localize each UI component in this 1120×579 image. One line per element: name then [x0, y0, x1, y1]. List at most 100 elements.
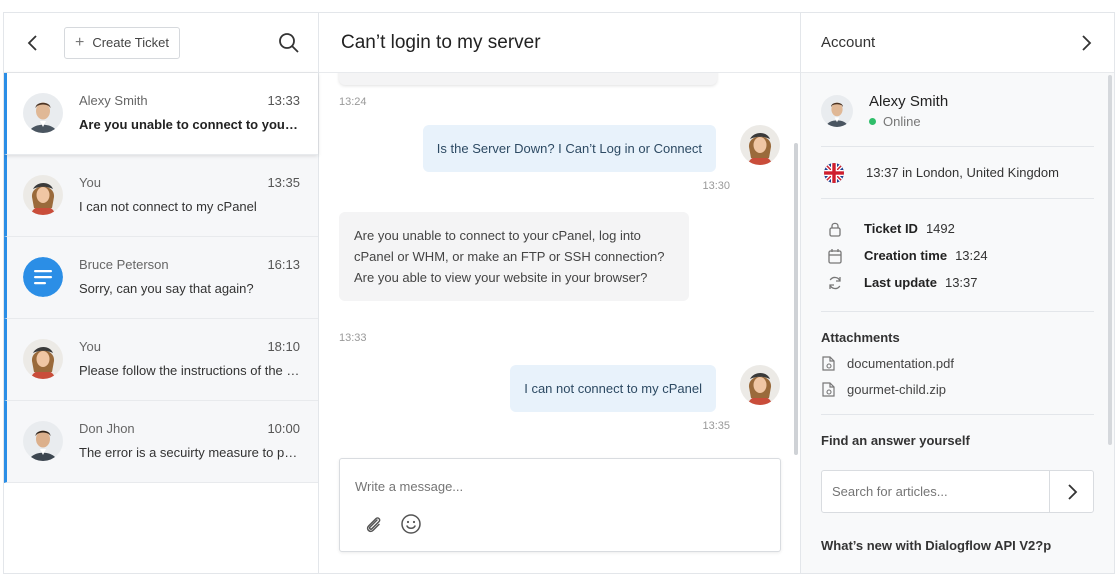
attachment-item[interactable]: documentation.pdf — [821, 356, 1094, 371]
message-timestamp: 13:24 — [339, 96, 367, 108]
conversation-body: Don Jhon 10:00 The error is a secuirty me… — [79, 421, 300, 460]
emoji-icon[interactable] — [400, 513, 422, 535]
file-icon — [821, 382, 836, 397]
male-avatar — [23, 93, 63, 133]
conversation-item[interactable]: Don Jhon 10:00 The error is a secuirty me… — [4, 401, 318, 483]
conversation-preview: The error is a secuirty measure to prote… — [79, 445, 300, 460]
user-location: 13:37 in London, United Kingdom — [821, 147, 1094, 199]
calendar-icon — [827, 248, 843, 264]
conversation-preview: Please follow the instructions of the ar… — [79, 363, 300, 378]
incoming-message: Are you unable to connect to your cPanel… — [339, 212, 689, 301]
attachments-title: Attachments — [821, 330, 900, 345]
conversation-name: Alexy Smith — [79, 93, 148, 108]
search-submit-button[interactable] — [1049, 471, 1093, 512]
create-ticket-label: Create Ticket — [92, 35, 169, 50]
create-ticket-button[interactable]: + Create Ticket — [64, 26, 180, 59]
conversation-name: You — [79, 339, 101, 354]
find-answer-title: Find an answer yourself — [821, 433, 970, 448]
conversation-list: Alexy Smith 13:33 Are you unable to conne… — [4, 73, 318, 483]
info-label: Ticket ID — [864, 221, 918, 236]
chat-title: Can’t login to my server — [319, 13, 800, 73]
info-value: 13:37 — [944, 275, 978, 290]
conversation-body: Bruce Peterson 16:13 Sorry, can you say t… — [79, 257, 300, 296]
conversation-toolbar: + Create Ticket — [4, 13, 318, 73]
user-name: Alexy Smith — [869, 92, 949, 110]
conversation-item[interactable]: Alexy Smith 13:33 Are you unable to conne… — [4, 73, 318, 155]
article-search-input[interactable] — [822, 471, 1049, 512]
uk-flag-icon — [824, 162, 844, 183]
conversation-preview: Sorry, can you say that again? — [79, 281, 254, 296]
message-thread[interactable]: 13:24 Is the Server Down? I Can’t Log in… — [319, 73, 800, 573]
composer-actions — [362, 513, 422, 535]
conversation-item[interactable]: You 18:10 Please follow the instructions … — [4, 319, 318, 401]
ticket-id-row: Ticket ID 1492 — [821, 215, 1094, 242]
file-icon — [821, 356, 836, 371]
status-badge: Online — [869, 114, 948, 129]
male-avatar — [23, 421, 63, 461]
conversation-item[interactable]: Bruce Peterson 16:13 Sorry, can you say t… — [4, 237, 318, 319]
female-avatar — [740, 365, 780, 405]
attachment-name: documentation.pdf — [847, 356, 954, 371]
account-scrollbar[interactable] — [1108, 75, 1112, 445]
user-summary: Alexy Smith Online — [821, 73, 1094, 147]
conversation-name: Bruce Peterson — [79, 257, 169, 272]
article-link[interactable]: What’s new with Dialogflow API V2?p — [821, 538, 1094, 553]
ticket-info: Ticket ID 1492 Creation time 13:24 Last … — [821, 199, 1094, 312]
account-details: Alexy Smith Online 13:37 in London, Unit… — [801, 73, 1114, 553]
bot-avatar — [23, 257, 63, 297]
account-header: Account — [801, 13, 1114, 73]
refresh-icon — [827, 275, 843, 291]
chat-panel: Can’t login to my server 13:24 Is the Se… — [319, 13, 801, 573]
help-search-section: Find an answer yourself What’s new with … — [821, 415, 1094, 553]
conversation-item[interactable]: You 13:35 I can not connect to my cPanel — [4, 155, 318, 237]
conversation-name: Don Jhon — [79, 421, 135, 436]
conversation-time: 10:00 — [267, 421, 300, 436]
conversation-preview: I can not connect to my cPanel — [79, 199, 257, 214]
account-title: Account — [821, 34, 876, 51]
search-icon[interactable] — [278, 32, 300, 54]
online-dot-icon — [869, 117, 876, 125]
conversation-body: You 18:10 Please follow the instructions … — [79, 339, 300, 378]
creation-time-row: Creation time 13:24 — [821, 242, 1094, 269]
paperclip-icon[interactable] — [362, 513, 384, 535]
message-timestamp: 13:30 — [702, 180, 730, 192]
attachment-name: gourmet-child.zip — [847, 382, 946, 397]
info-label: Creation time — [864, 248, 948, 263]
conversation-time: 13:35 — [267, 175, 300, 190]
info-label: Last update — [864, 275, 937, 290]
message-timestamp: 13:35 — [702, 420, 730, 432]
user-status-label: Online — [883, 113, 921, 129]
attachments-section: Attachments documentation.pdf gourmet-ch… — [821, 312, 1094, 415]
info-value: 13:24 — [955, 248, 988, 263]
message-timestamp: 13:33 — [339, 332, 367, 344]
conversation-time: 13:33 — [267, 93, 300, 108]
female-avatar — [23, 339, 63, 379]
back-icon[interactable] — [24, 34, 42, 52]
previous-message-bubble — [339, 73, 717, 85]
female-avatar — [23, 175, 63, 215]
message-input[interactable] — [355, 479, 755, 494]
outgoing-message: Is the Server Down? I Can’t Log in or Co… — [422, 125, 716, 172]
conversation-panel: + Create Ticket Alexy Smith 13:33 Are you… — [4, 13, 319, 573]
chevron-right-icon — [1067, 483, 1077, 500]
conversation-body: You 13:35 I can not connect to my cPanel — [79, 175, 300, 214]
chat-scrollbar[interactable] — [794, 143, 798, 455]
support-chat-app: + Create Ticket Alexy Smith 13:33 Are you… — [3, 12, 1115, 574]
conversation-preview: Are you unable to connect to your cPanel… — [79, 117, 300, 132]
attachment-item[interactable]: gourmet-child.zip — [821, 382, 1094, 397]
chevron-right-icon[interactable] — [1078, 34, 1094, 51]
info-value: 1492 — [925, 221, 955, 236]
conversation-name: You — [79, 175, 101, 190]
conversation-time: 18:10 — [267, 339, 300, 354]
message-composer — [339, 458, 781, 552]
article-search — [821, 470, 1094, 513]
male-avatar — [821, 94, 853, 127]
last-update-row: Last update 13:37 — [821, 269, 1094, 296]
conversation-time: 16:13 — [267, 257, 300, 272]
outgoing-message: I can not connect to my cPanel — [510, 365, 716, 412]
account-panel: Account Alexy Smith Online 13:37 in Lond… — [801, 13, 1114, 573]
plus-icon: + — [75, 33, 85, 51]
conversation-body: Alexy Smith 13:33 Are you unable to conne… — [79, 93, 300, 132]
female-avatar — [740, 125, 780, 165]
location-text: 13:37 in London, United Kingdom — [866, 165, 1059, 180]
